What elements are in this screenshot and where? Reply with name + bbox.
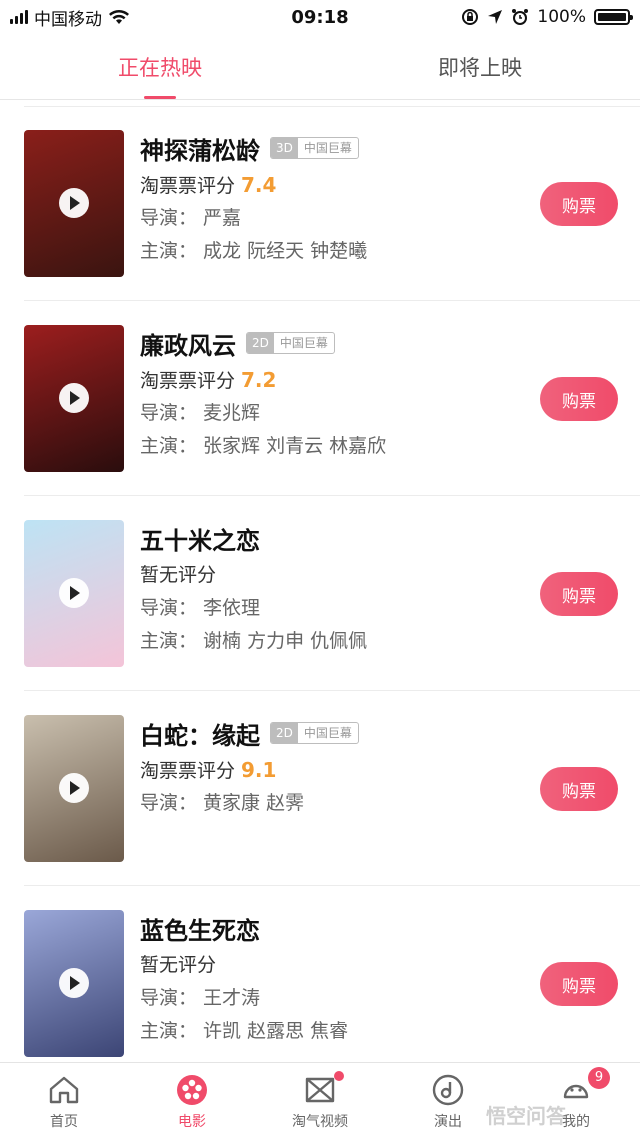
play-icon[interactable] [59,578,89,608]
movie-poster[interactable] [24,520,124,667]
format-badge: 2D 中国巨幕 [246,332,335,354]
rating-line: 暂无评分 [140,558,520,592]
rating-label: 淘票票评分 [140,175,236,197]
movie-poster[interactable] [24,325,124,472]
movie-title: 蓝色生死恋 [140,916,260,945]
nav-label: 首页 [50,1114,78,1130]
location-icon [488,10,503,24]
rating-line: 淘票票评分 7.4 [140,168,520,202]
cast-line: 主演： 张家辉 刘青云 林嘉欣 [140,435,387,457]
movie-info: 五十米之恋 暂无评分 导演： 李依理 主演： 谢楠 方力申 仇佩佩 [140,518,520,658]
movie-item[interactable]: 蓝色生死恋 暂无评分 导演： 王才涛 主演： 许凯 赵露思 焦睿 购票 [0,886,640,1058]
director-line: 导演： 王才涛 [140,987,261,1009]
cast-line: 主演： 成龙 阮经天 钟楚曦 [140,240,368,262]
alarm-icon [512,9,529,25]
buy-ticket-button[interactable]: 购票 [540,572,618,616]
rating-label: 暂无评分 [140,564,217,586]
movie-item[interactable]: 白蛇：缘起 2D 中国巨幕 淘票票评分 9.1 导演： 黄家康 赵霁 购票 [0,691,640,886]
rating-score: 7.2 [241,368,277,392]
tab-now-showing[interactable]: 正在热映 [0,34,320,99]
movie-info: 蓝色生死恋 暂无评分 导演： 王才涛 主演： 许凯 赵露思 焦睿 [140,908,520,1048]
movie-poster[interactable] [24,130,124,277]
screen-label: 中国巨幕 [279,336,328,350]
format-label: 2D [271,723,298,743]
play-icon[interactable] [59,188,89,218]
format-badge: 2D 中国巨幕 [270,722,359,744]
buy-ticket-button[interactable]: 购票 [540,962,618,1006]
nav-label: 我的 [562,1114,590,1130]
movie-title: 五十米之恋 [140,526,260,555]
tab-label: 正在热映 [118,55,202,80]
rating-line: 淘票票评分 7.2 [140,363,520,397]
buy-ticket-button[interactable]: 购票 [540,377,618,421]
status-bar: 中国移动 09:18 100% [0,0,640,34]
status-left: 中国移动 [10,5,130,30]
movie-item[interactable]: 神探蒲松龄 3D 中国巨幕 淘票票评分 7.4 导演： 严嘉 主演： 成龙 阮经天… [0,106,640,301]
movie-item[interactable]: 廉政风云 2D 中国巨幕 淘票票评分 7.2 导演： 麦兆辉 主演： 张家辉 刘青… [0,301,640,496]
movie-info: 神探蒲松龄 3D 中国巨幕 淘票票评分 7.4 导演： 严嘉 主演： 成龙 阮经天… [140,128,520,268]
movie-poster[interactable] [24,910,124,1057]
movie-item[interactable]: 五十米之恋 暂无评分 导演： 李依理 主演： 谢楠 方力申 仇佩佩 购票 [0,496,640,691]
nav-home[interactable]: 首页 [0,1063,128,1138]
format-badge: 3D 中国巨幕 [270,137,359,159]
tab-active-indicator [144,96,176,99]
movie-title: 白蛇：缘起 [140,721,260,750]
nav-label: 演出 [434,1114,462,1130]
rating-label: 淘票票评分 [140,760,236,782]
notification-dot [334,1071,344,1081]
movie-list[interactable]: 神探蒲松龄 3D 中国巨幕 淘票票评分 7.4 导演： 严嘉 主演： 成龙 阮经天… [0,106,640,1058]
rating-score: 9.1 [241,758,277,782]
film-reel-icon [177,1075,207,1105]
nav-label: 电影 [178,1114,206,1130]
cast-line: 主演： 许凯 赵露思 焦睿 [140,1020,349,1042]
battery-icon [594,9,633,25]
movie-info: 白蛇：缘起 2D 中国巨幕 淘票票评分 9.1 导演： 黄家康 赵霁 [140,713,520,820]
rating-line: 暂无评分 [140,948,520,982]
rotation-lock-icon [462,9,479,25]
buy-ticket-button[interactable]: 购票 [540,182,618,226]
rating-label: 淘票票评分 [140,370,236,392]
tab-coming-soon[interactable]: 即将上映 [320,34,640,99]
movie-tabs: 正在热映 即将上映 [0,34,640,100]
format-label: 3D [271,138,298,158]
rating-label: 暂无评分 [140,954,217,976]
director-line: 导演： 严嘉 [140,207,242,229]
buy-ticket-button[interactable]: 购票 [540,767,618,811]
screen-label: 中国巨幕 [303,141,352,155]
director-line: 导演： 李依理 [140,597,261,619]
video-icon [305,1077,335,1103]
movie-title: 廉政风云 [140,331,236,360]
screen-label: 中国巨幕 [303,726,352,740]
watermark: 悟空问答 [486,1104,566,1128]
status-right: 100% [461,7,633,27]
nav-video[interactable]: 淘气视频 [256,1063,384,1138]
battery-percent: 100% [537,7,586,27]
rating-line: 淘票票评分 9.1 [140,753,520,787]
nav-movies[interactable]: 电影 [128,1063,256,1138]
format-label: 2D [247,333,274,353]
tab-label: 即将上映 [438,55,522,80]
director-line: 导演： 黄家康 赵霁 [140,792,305,814]
director-line: 导演： 麦兆辉 [140,402,261,424]
signal-icon [10,10,28,24]
cast-line: 主演： 谢楠 方力申 仇佩佩 [140,630,368,652]
play-icon[interactable] [59,383,89,413]
rating-score: 7.4 [241,173,277,197]
movie-title: 神探蒲松龄 [140,136,260,165]
play-icon[interactable] [59,773,89,803]
movie-poster[interactable] [24,715,124,862]
performance-icon [432,1074,464,1106]
home-icon [49,1076,79,1104]
movie-info: 廉政风云 2D 中国巨幕 淘票票评分 7.2 导演： 麦兆辉 主演： 张家辉 刘青… [140,323,520,463]
carrier-name: 中国移动 [34,9,102,30]
wifi-icon [109,10,129,24]
play-icon[interactable] [59,968,89,998]
notification-count-badge: 9 [588,1067,610,1089]
nav-label: 淘气视频 [292,1114,348,1130]
